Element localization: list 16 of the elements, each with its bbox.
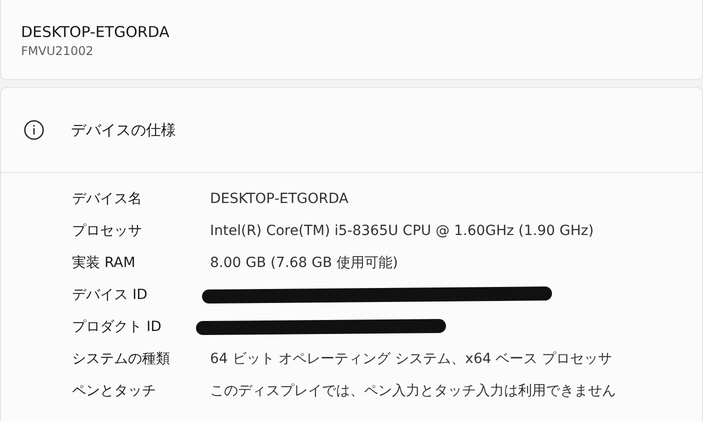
spec-value: DESKTOP-ETGORDA — [210, 191, 348, 207]
spec-value: 64 ビット オペレーティング システム、x64 ベース プロセッサ — [210, 350, 612, 368]
spec-value: このディスプレイでは、ペン入力とタッチ入力は利用できません — [210, 382, 616, 400]
spec-label: プロダクト ID — [72, 318, 162, 336]
spec-label: ペンとタッチ — [72, 382, 157, 400]
device-name: DESKTOP-ETGORDA — [21, 22, 170, 42]
spec-value: 8.00 GB (7.68 GB 使用可能) — [210, 254, 398, 272]
spec-label: デバイス ID — [72, 286, 148, 304]
device-model: FMVU21002 — [21, 43, 94, 60]
spec-label: プロセッサ — [72, 222, 143, 240]
spec-label: デバイス名 — [72, 190, 143, 208]
spec-label: 実装 RAM — [72, 254, 136, 272]
info-icon — [23, 119, 45, 141]
spec-value: Intel(R) Core(TM) i5-8365U CPU @ 1.60GHz (1.90 GHz) — [210, 223, 594, 239]
section-title: デバイスの仕様 — [71, 120, 176, 140]
spec-label: システムの種類 — [72, 350, 171, 368]
